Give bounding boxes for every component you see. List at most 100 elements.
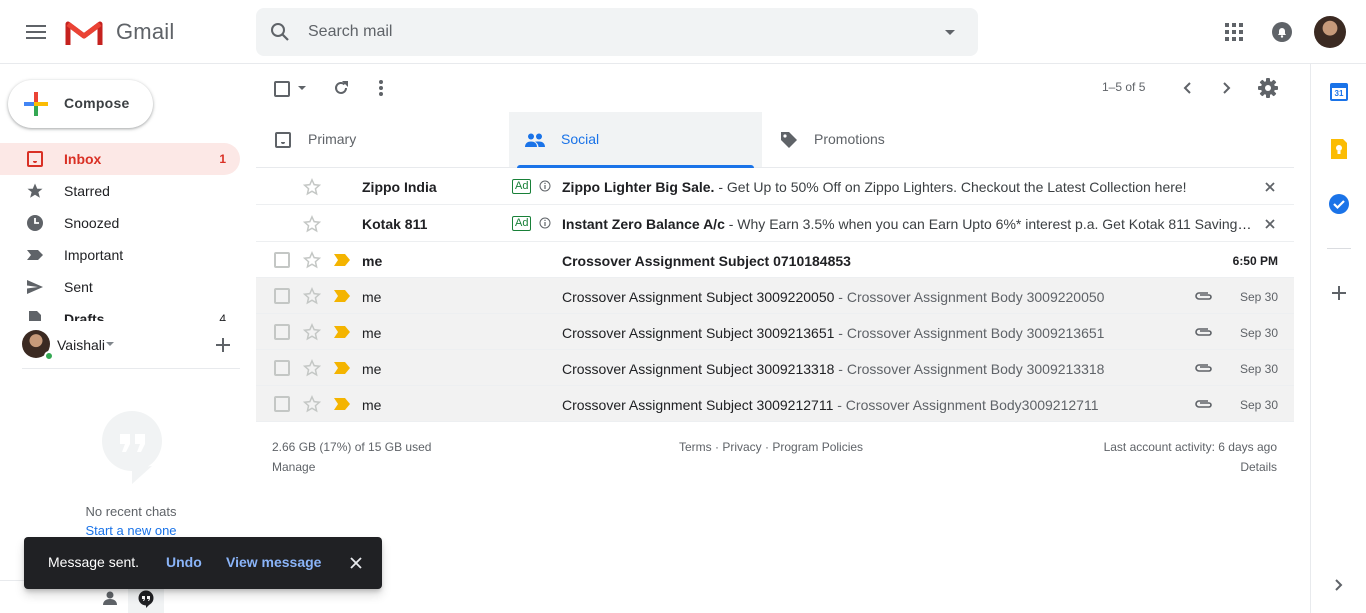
start-new-chat-link[interactable]: Start a new one [0, 523, 262, 538]
sidebar-item-snoozed[interactable]: Snoozed [0, 207, 240, 239]
category-tabs: Primary Social Promotions [256, 112, 1294, 168]
status-dropdown-icon[interactable] [106, 342, 114, 346]
people-icon [525, 133, 545, 147]
attachment-paperclip-icon[interactable] [1194, 291, 1214, 301]
important-marker-icon[interactable] [334, 398, 350, 410]
star-outline-icon[interactable] [303, 287, 321, 305]
divider [22, 368, 240, 369]
ad-info-icon[interactable] [539, 217, 551, 229]
sidebar-item-starred[interactable]: Starred [0, 175, 240, 207]
privacy-link[interactable]: Privacy [722, 440, 761, 454]
email-subject-line: Crossover Assignment Subject 3009212711 … [562, 397, 1182, 413]
attachment-paperclip-icon[interactable] [1194, 327, 1214, 337]
newer-chevron-left-icon[interactable] [1183, 82, 1191, 94]
keep-icon[interactable] [1331, 139, 1347, 159]
message-sent-snackbar: Message sent. Undo View message [24, 537, 382, 589]
notifications-icon[interactable] [1268, 18, 1296, 46]
calendar-icon[interactable]: 31 [1330, 83, 1348, 101]
dismiss-ad-close-icon[interactable] [1265, 219, 1275, 229]
email-snippet: - Crossover Assignment Body3009212711 [833, 397, 1099, 413]
close-snackbar-icon[interactable] [350, 557, 362, 569]
important-marker-icon[interactable] [334, 362, 350, 374]
ad-badge: Ad [512, 179, 532, 194]
apps-grid-icon[interactable] [1220, 18, 1248, 46]
older-chevron-right-icon[interactable] [1223, 82, 1231, 94]
main-menu-icon[interactable] [20, 16, 52, 48]
star-outline-icon[interactable] [303, 395, 321, 413]
select-all-checkbox[interactable] [274, 81, 290, 97]
link-separator: · [711, 440, 723, 454]
ad-row[interactable]: Kotak 811 Ad Instant Zero Balance A/c - … [256, 205, 1294, 242]
ad-info-icon[interactable] [539, 180, 551, 192]
search-input[interactable] [308, 20, 908, 44]
important-marker-icon[interactable] [334, 326, 350, 338]
account-avatar[interactable] [1314, 16, 1346, 48]
activity-details-link[interactable]: Details [1240, 460, 1277, 474]
new-chat-plus-icon[interactable] [216, 338, 230, 352]
email-sender: me [362, 253, 383, 269]
more-options-icon[interactable] [379, 80, 383, 96]
search-options-icon[interactable] [938, 24, 962, 40]
email-date: Sep 30 [1239, 362, 1278, 376]
attachment-paperclip-icon[interactable] [1194, 399, 1214, 409]
tab-social[interactable]: Social [509, 112, 762, 168]
search-bar[interactable] [256, 8, 978, 56]
star-outline-icon[interactable] [303, 359, 321, 377]
ad-subject-line: Zippo Lighter Big Sale. - Get Up to 50% … [562, 179, 1262, 195]
row-checkbox[interactable] [274, 288, 290, 304]
row-checkbox[interactable] [274, 360, 290, 376]
row-checkbox[interactable] [274, 252, 290, 268]
email-row[interactable]: me Crossover Assignment Subject 30092200… [256, 278, 1294, 314]
email-sender: me [362, 361, 382, 377]
sidebar-item-label: Important [64, 247, 124, 263]
sidebar-item-sent[interactable]: Sent [0, 271, 240, 303]
send-icon [26, 278, 46, 296]
email-row[interactable]: me Crossover Assignment Subject 30092136… [256, 314, 1294, 350]
refresh-icon[interactable] [333, 80, 349, 96]
row-checkbox[interactable] [274, 324, 290, 340]
settings-gear-icon[interactable] [1258, 78, 1278, 98]
view-message-button[interactable]: View message [226, 554, 321, 570]
search-icon[interactable] [268, 20, 292, 44]
important-marker-icon[interactable] [334, 254, 350, 266]
last-activity: Last account activity: 6 days ago [1103, 440, 1277, 454]
tab-label: Social [561, 131, 600, 147]
star-outline-icon[interactable] [303, 251, 321, 269]
tag-icon [780, 131, 798, 149]
compose-button[interactable]: Compose [8, 80, 153, 128]
footer-links: Terms · Privacy · Program Policies [679, 440, 863, 454]
select-dropdown-icon[interactable] [298, 86, 306, 90]
contacts-person-icon[interactable] [102, 590, 118, 606]
email-row[interactable]: me Crossover Assignment Subject 30092133… [256, 350, 1294, 386]
gmail-logo-icon[interactable] [65, 18, 103, 46]
attachment-paperclip-icon[interactable] [1194, 363, 1214, 373]
sidebar-nav: Inbox 1 Starred Snoozed Important Sent D… [0, 143, 256, 321]
star-outline-icon[interactable] [303, 215, 321, 233]
email-snippet: - Crossover Assignment Body 3009213318 [834, 361, 1105, 377]
get-addons-plus-icon[interactable] [1332, 286, 1346, 300]
app-name[interactable]: Gmail [116, 19, 174, 45]
tasks-icon[interactable] [1329, 194, 1349, 214]
undo-button[interactable]: Undo [166, 554, 202, 570]
sidebar-item-important[interactable]: Important [0, 239, 240, 271]
sidebar-item-inbox[interactable]: Inbox 1 [0, 143, 240, 175]
tab-primary[interactable]: Primary [256, 112, 509, 167]
expand-panel-chevron-icon[interactable] [1335, 579, 1343, 591]
terms-link[interactable]: Terms [679, 440, 712, 454]
clock-icon [26, 214, 46, 232]
inbox-icon [274, 131, 292, 149]
hangouts-user-name[interactable]: Vaishali [57, 337, 105, 353]
sidebar-item-drafts[interactable]: Drafts 4 [0, 303, 240, 321]
manage-storage-link[interactable]: Manage [272, 460, 315, 474]
row-checkbox[interactable] [274, 396, 290, 412]
star-outline-icon[interactable] [303, 323, 321, 341]
star-outline-icon[interactable] [303, 178, 321, 196]
program-policies-link[interactable]: Program Policies [772, 440, 863, 454]
sidebar-item-label: Starred [64, 183, 110, 199]
important-marker-icon[interactable] [334, 290, 350, 302]
email-row[interactable]: me Crossover Assignment Subject 30092127… [256, 386, 1294, 422]
email-row[interactable]: me Crossover Assignment Subject 07101848… [256, 242, 1294, 278]
tab-promotions[interactable]: Promotions [762, 112, 1015, 167]
dismiss-ad-close-icon[interactable] [1265, 182, 1275, 192]
ad-row[interactable]: Zippo India Ad Zippo Lighter Big Sale. -… [256, 168, 1294, 205]
